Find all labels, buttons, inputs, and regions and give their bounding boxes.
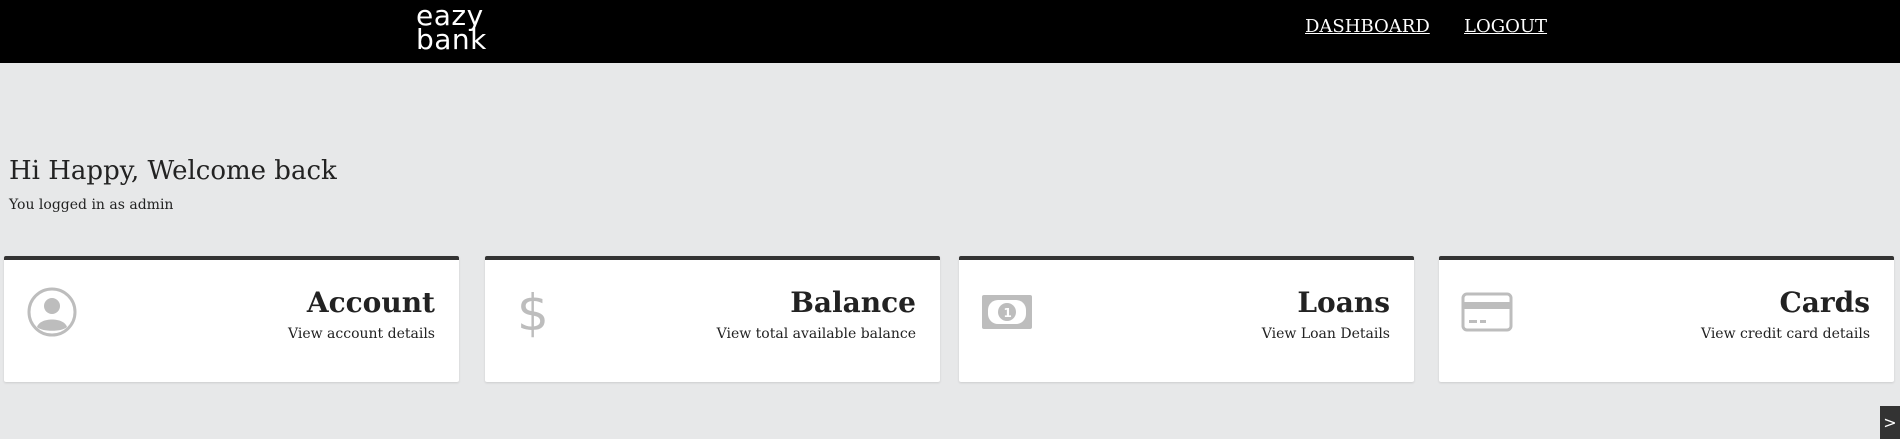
account-card-description: View account details [288, 326, 435, 342]
loans-card-description: View Loan Details [1261, 326, 1390, 342]
account-card-title: Account [306, 286, 435, 319]
top-navbar: eazy bank DASHBOARD LOGOUT [0, 0, 1900, 63]
logo-text-line2: bank [416, 23, 487, 56]
credit-cards-card[interactable]: Cards View credit card details [1439, 256, 1894, 382]
balance-card-description: View total available balance [716, 326, 916, 342]
credit-card-icon [1461, 286, 1513, 338]
login-role-text: You logged in as admin [9, 197, 174, 213]
welcome-heading: Hi Happy, Welcome back [9, 156, 337, 186]
account-card[interactable]: Account View account details [4, 256, 459, 382]
chevron-right-icon[interactable]: > [1880, 406, 1900, 439]
loans-card[interactable]: 1 Loans View Loan Details [959, 256, 1414, 382]
balance-card-title: Balance [790, 286, 916, 319]
user-circle-icon [26, 286, 78, 338]
nav-link-dashboard[interactable]: DASHBOARD [1305, 16, 1430, 37]
dollar-icon: $ [507, 284, 559, 342]
svg-text:1: 1 [1004, 306, 1012, 320]
credit-cards-card-description: View credit card details [1700, 326, 1870, 342]
loans-card-title: Loans [1297, 286, 1390, 319]
balance-card[interactable]: $ Balance View total available balance [485, 256, 940, 382]
banknote-icon: 1 [981, 286, 1033, 338]
svg-text:$: $ [517, 286, 549, 338]
credit-cards-card-title: Cards [1779, 286, 1870, 319]
nav-link-logout[interactable]: LOGOUT [1464, 16, 1547, 37]
eazybank-logo[interactable]: eazy bank [416, 2, 487, 56]
